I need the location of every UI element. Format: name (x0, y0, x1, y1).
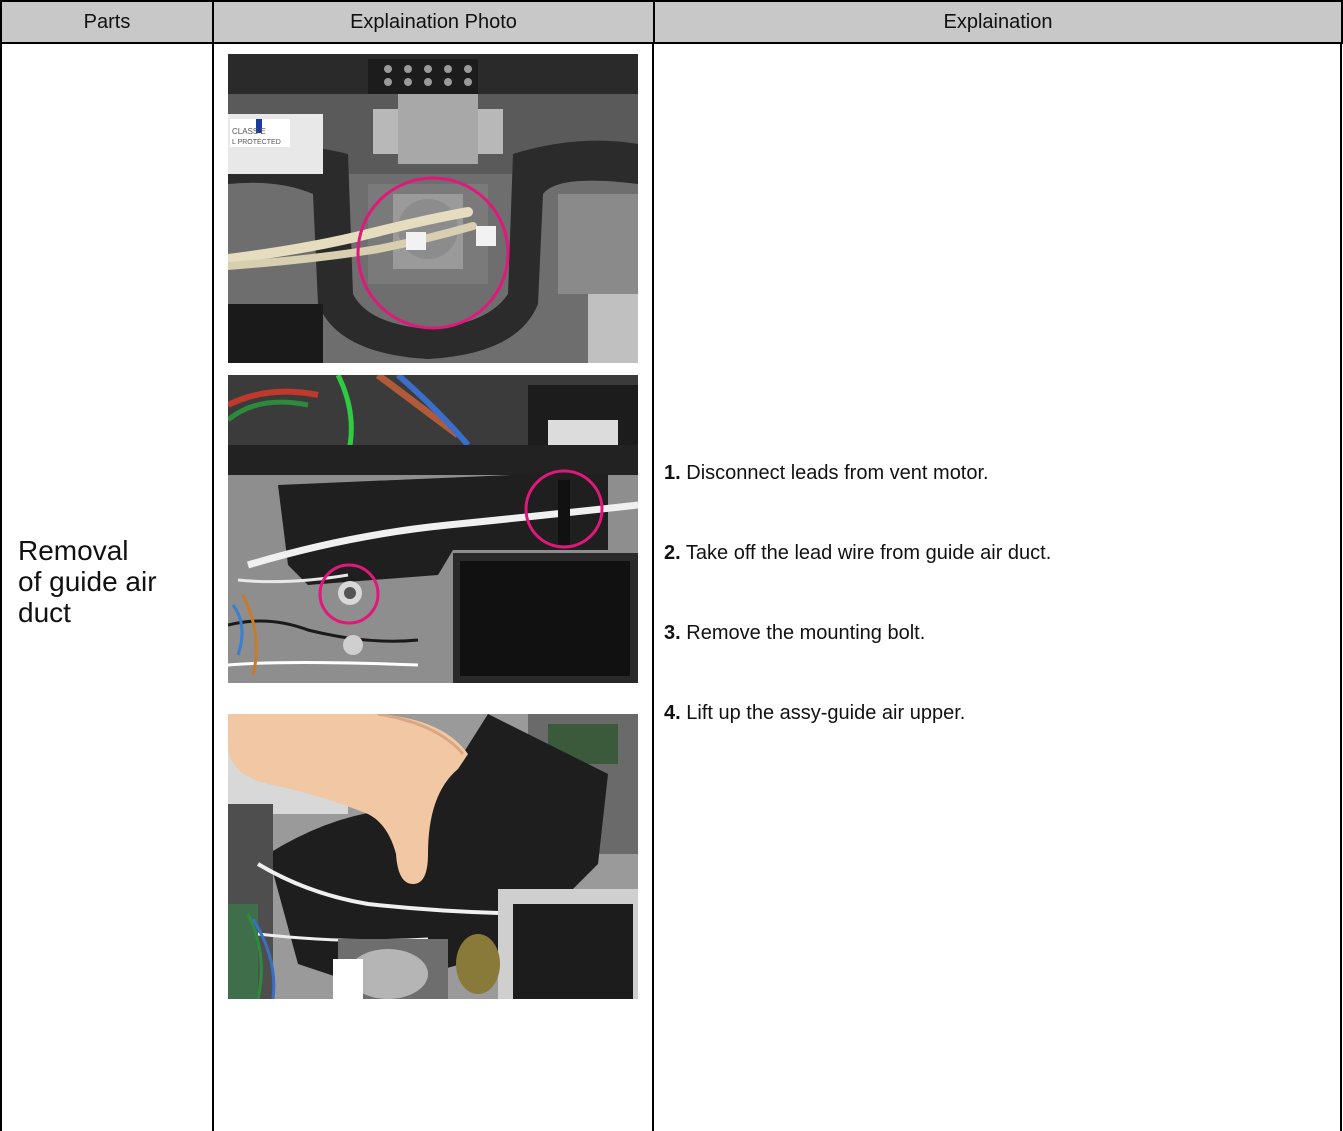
header-photo: Explaination Photo (212, 0, 655, 44)
step-2: 2. Take off the lead wire from guide air… (664, 542, 1051, 565)
table-left-border (0, 42, 2, 1131)
step-2-text: Take off the lead wire from guide air du… (685, 542, 1052, 564)
header-explanation: Explaination (653, 0, 1343, 44)
photo-vent-motor: CLASS E L PROTECTED (228, 54, 638, 363)
step-2-number: 2. (664, 542, 681, 564)
header-parts: Parts (0, 0, 214, 44)
svg-text:CLASS E: CLASS E (232, 127, 266, 136)
part-name: Removal of guide air duct (18, 535, 157, 628)
part-name-line-1: Removal (18, 535, 129, 566)
part-name-line-2: of guide air (18, 566, 157, 597)
step-4: 4. Lift up the assy-guide air upper. (664, 702, 965, 725)
step-1-number: 1. (664, 462, 681, 484)
part-name-line-3: duct (18, 597, 71, 628)
svg-text:L PROTECTED: L PROTECTED (232, 139, 281, 146)
step-1: 1. Disconnect leads from vent motor. (664, 462, 989, 485)
step-4-number: 4. (664, 702, 681, 724)
step-3: 3. Remove the mounting bolt. (664, 622, 925, 645)
column-divider-1 (212, 42, 214, 1131)
step-3-text: Remove the mounting bolt. (686, 622, 926, 644)
column-divider-2 (652, 42, 654, 1131)
header-photo-label: Explaination Photo (350, 10, 517, 33)
header-explanation-label: Explaination (943, 10, 1053, 33)
header-parts-label: Parts (83, 10, 131, 33)
service-manual-page: Parts Explaination Photo Explaination Re… (0, 0, 1343, 1131)
step-1-text: Disconnect leads from vent motor. (686, 462, 989, 484)
photo-lead-wire-bolt (228, 375, 638, 683)
step-4-text: Lift up the assy-guide air upper. (686, 702, 966, 724)
photo-lift-guide-air-upper (228, 714, 638, 999)
table-right-border (1340, 42, 1342, 1131)
step-3-number: 3. (664, 622, 681, 644)
